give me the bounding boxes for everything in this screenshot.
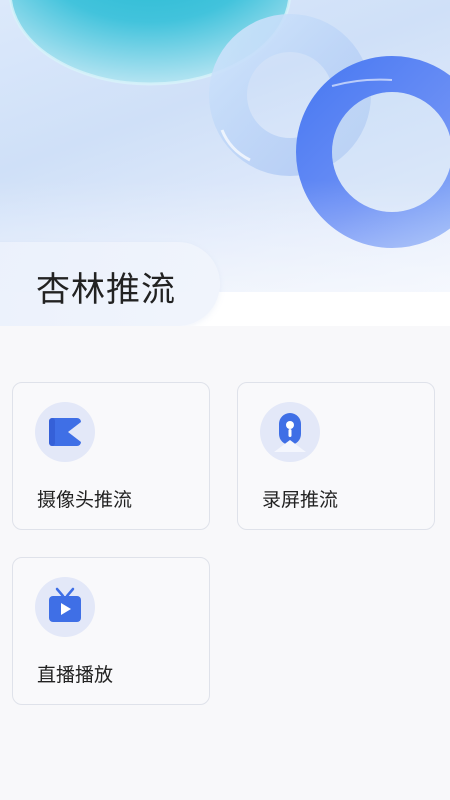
home-screen: 杏林推流 摄像头推流 录屏推流 直播播放	[0, 0, 450, 800]
screen-record-icon	[260, 402, 320, 462]
tv-play-icon	[35, 577, 95, 637]
live-play-card[interactable]: 直播播放	[12, 557, 210, 705]
camera-stream-icon	[35, 402, 95, 462]
screen-record-label: 录屏推流	[262, 489, 339, 511]
camera-stream-label: 摄像头推流	[37, 489, 133, 511]
app-title: 杏林推流	[36, 270, 176, 310]
live-play-label: 直播播放	[37, 664, 114, 686]
hero-banner: 杏林推流	[0, 0, 450, 326]
camera-stream-card[interactable]: 摄像头推流	[12, 382, 210, 530]
screen-record-card[interactable]: 录屏推流	[237, 382, 435, 530]
